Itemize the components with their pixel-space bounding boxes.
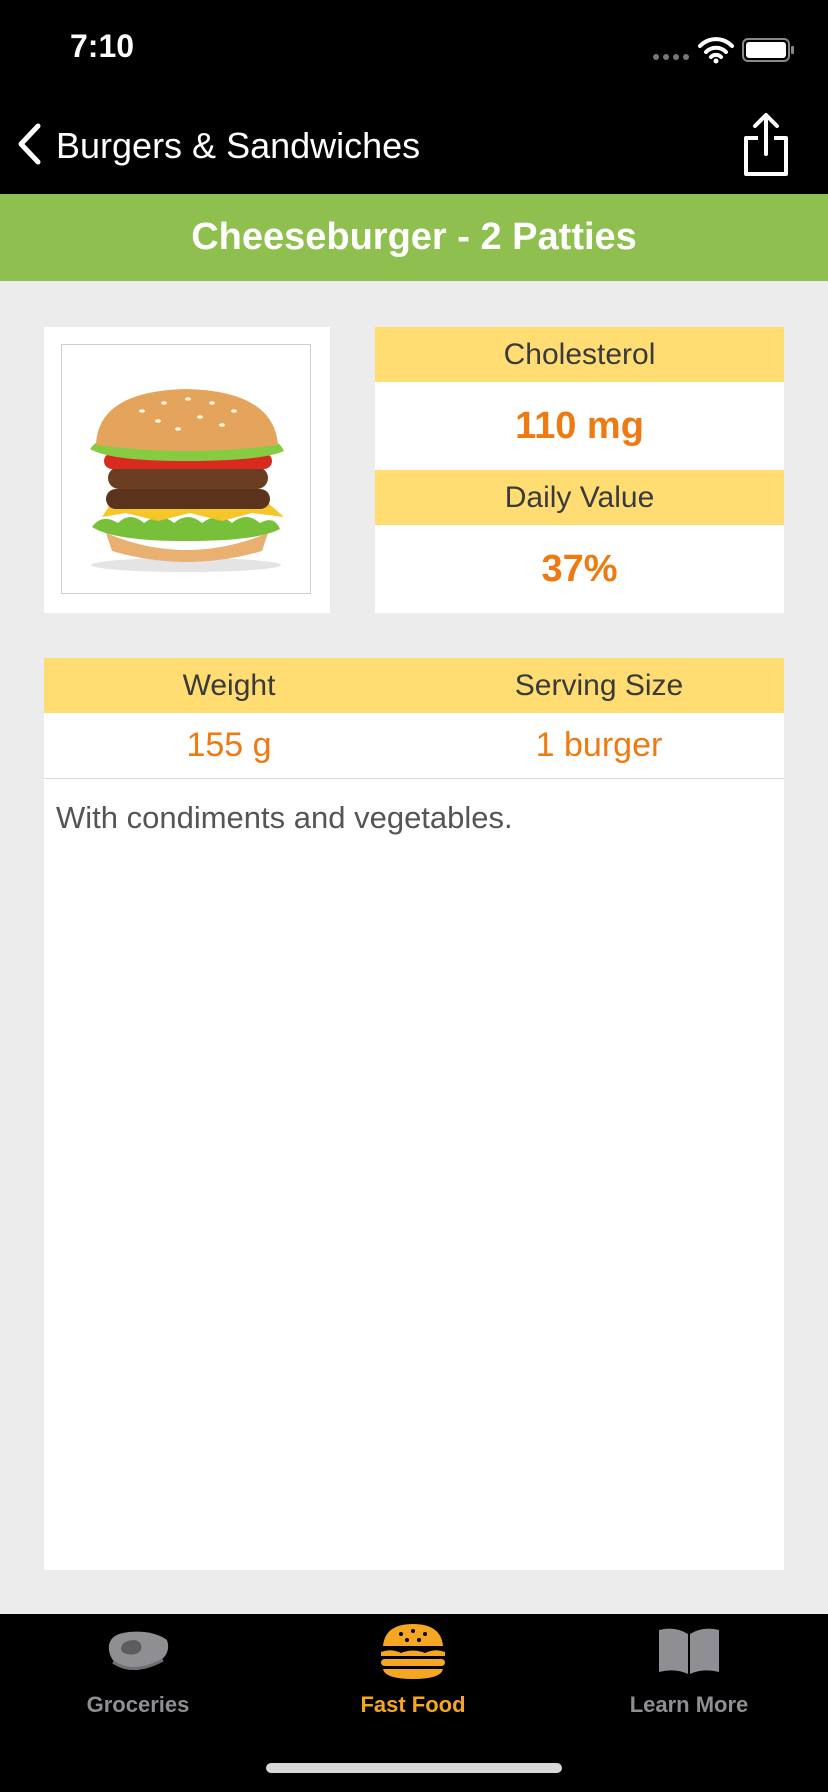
weight-label: Weight bbox=[182, 668, 276, 702]
page-title: Cheeseburger - 2 Patties bbox=[191, 216, 637, 258]
tab-learn-more[interactable]: Learn More bbox=[589, 1622, 789, 1722]
serving-card: Weight Serving Size 155 g 1 burger With … bbox=[44, 658, 784, 1570]
status-time: 7:10 bbox=[70, 28, 135, 64]
back-label: Burgers & Sandwiches bbox=[56, 125, 421, 166]
cellular-signal-icon bbox=[652, 49, 692, 67]
share-icon bbox=[738, 113, 794, 182]
serving-values-row: 155 g 1 burger bbox=[44, 713, 784, 779]
nutrient-label-row: Cholesterol bbox=[375, 327, 784, 382]
weight-value: 155 g bbox=[186, 726, 272, 764]
food-image-frame bbox=[61, 344, 311, 594]
burger-icon bbox=[379, 1622, 447, 1680]
daily-value-row: 37% bbox=[375, 525, 784, 613]
back-button[interactable]: Burgers & Sandwiches bbox=[16, 114, 420, 178]
food-image-card bbox=[44, 327, 330, 613]
daily-value-label-row: Daily Value bbox=[375, 470, 784, 525]
chevron-left-icon bbox=[16, 123, 42, 170]
tab-label-groceries: Groceries bbox=[86, 1692, 190, 1717]
book-icon bbox=[655, 1622, 723, 1680]
tab-label-fast-food: Fast Food bbox=[360, 1692, 466, 1717]
wifi-icon bbox=[698, 36, 734, 69]
nutrient-label: Cholesterol bbox=[503, 337, 656, 371]
serving-size-label: Serving Size bbox=[514, 668, 684, 702]
food-description: With condiments and vegetables. bbox=[56, 800, 513, 835]
nutrient-value: 110 mg bbox=[515, 404, 644, 447]
cheeseburger-image bbox=[90, 389, 284, 572]
daily-value-label: Daily Value bbox=[504, 480, 655, 514]
steak-icon bbox=[103, 1622, 173, 1680]
serving-header-row: Weight Serving Size bbox=[44, 658, 784, 713]
tab-groceries[interactable]: Groceries bbox=[38, 1622, 238, 1722]
title-banner: Cheeseburger - 2 Patties bbox=[0, 194, 828, 281]
tab-fast-food[interactable]: Fast Food bbox=[313, 1622, 513, 1722]
share-button[interactable] bbox=[738, 112, 794, 178]
home-indicator[interactable] bbox=[266, 1763, 562, 1773]
nutrient-card: Cholesterol 110 mg Daily Value 37% bbox=[375, 327, 784, 613]
serving-size-value: 1 burger bbox=[535, 726, 663, 764]
tab-label-learn-more: Learn More bbox=[629, 1692, 749, 1717]
daily-value: 37% bbox=[541, 547, 618, 590]
nutrient-value-row: 110 mg bbox=[375, 382, 784, 470]
battery-icon bbox=[742, 38, 796, 67]
